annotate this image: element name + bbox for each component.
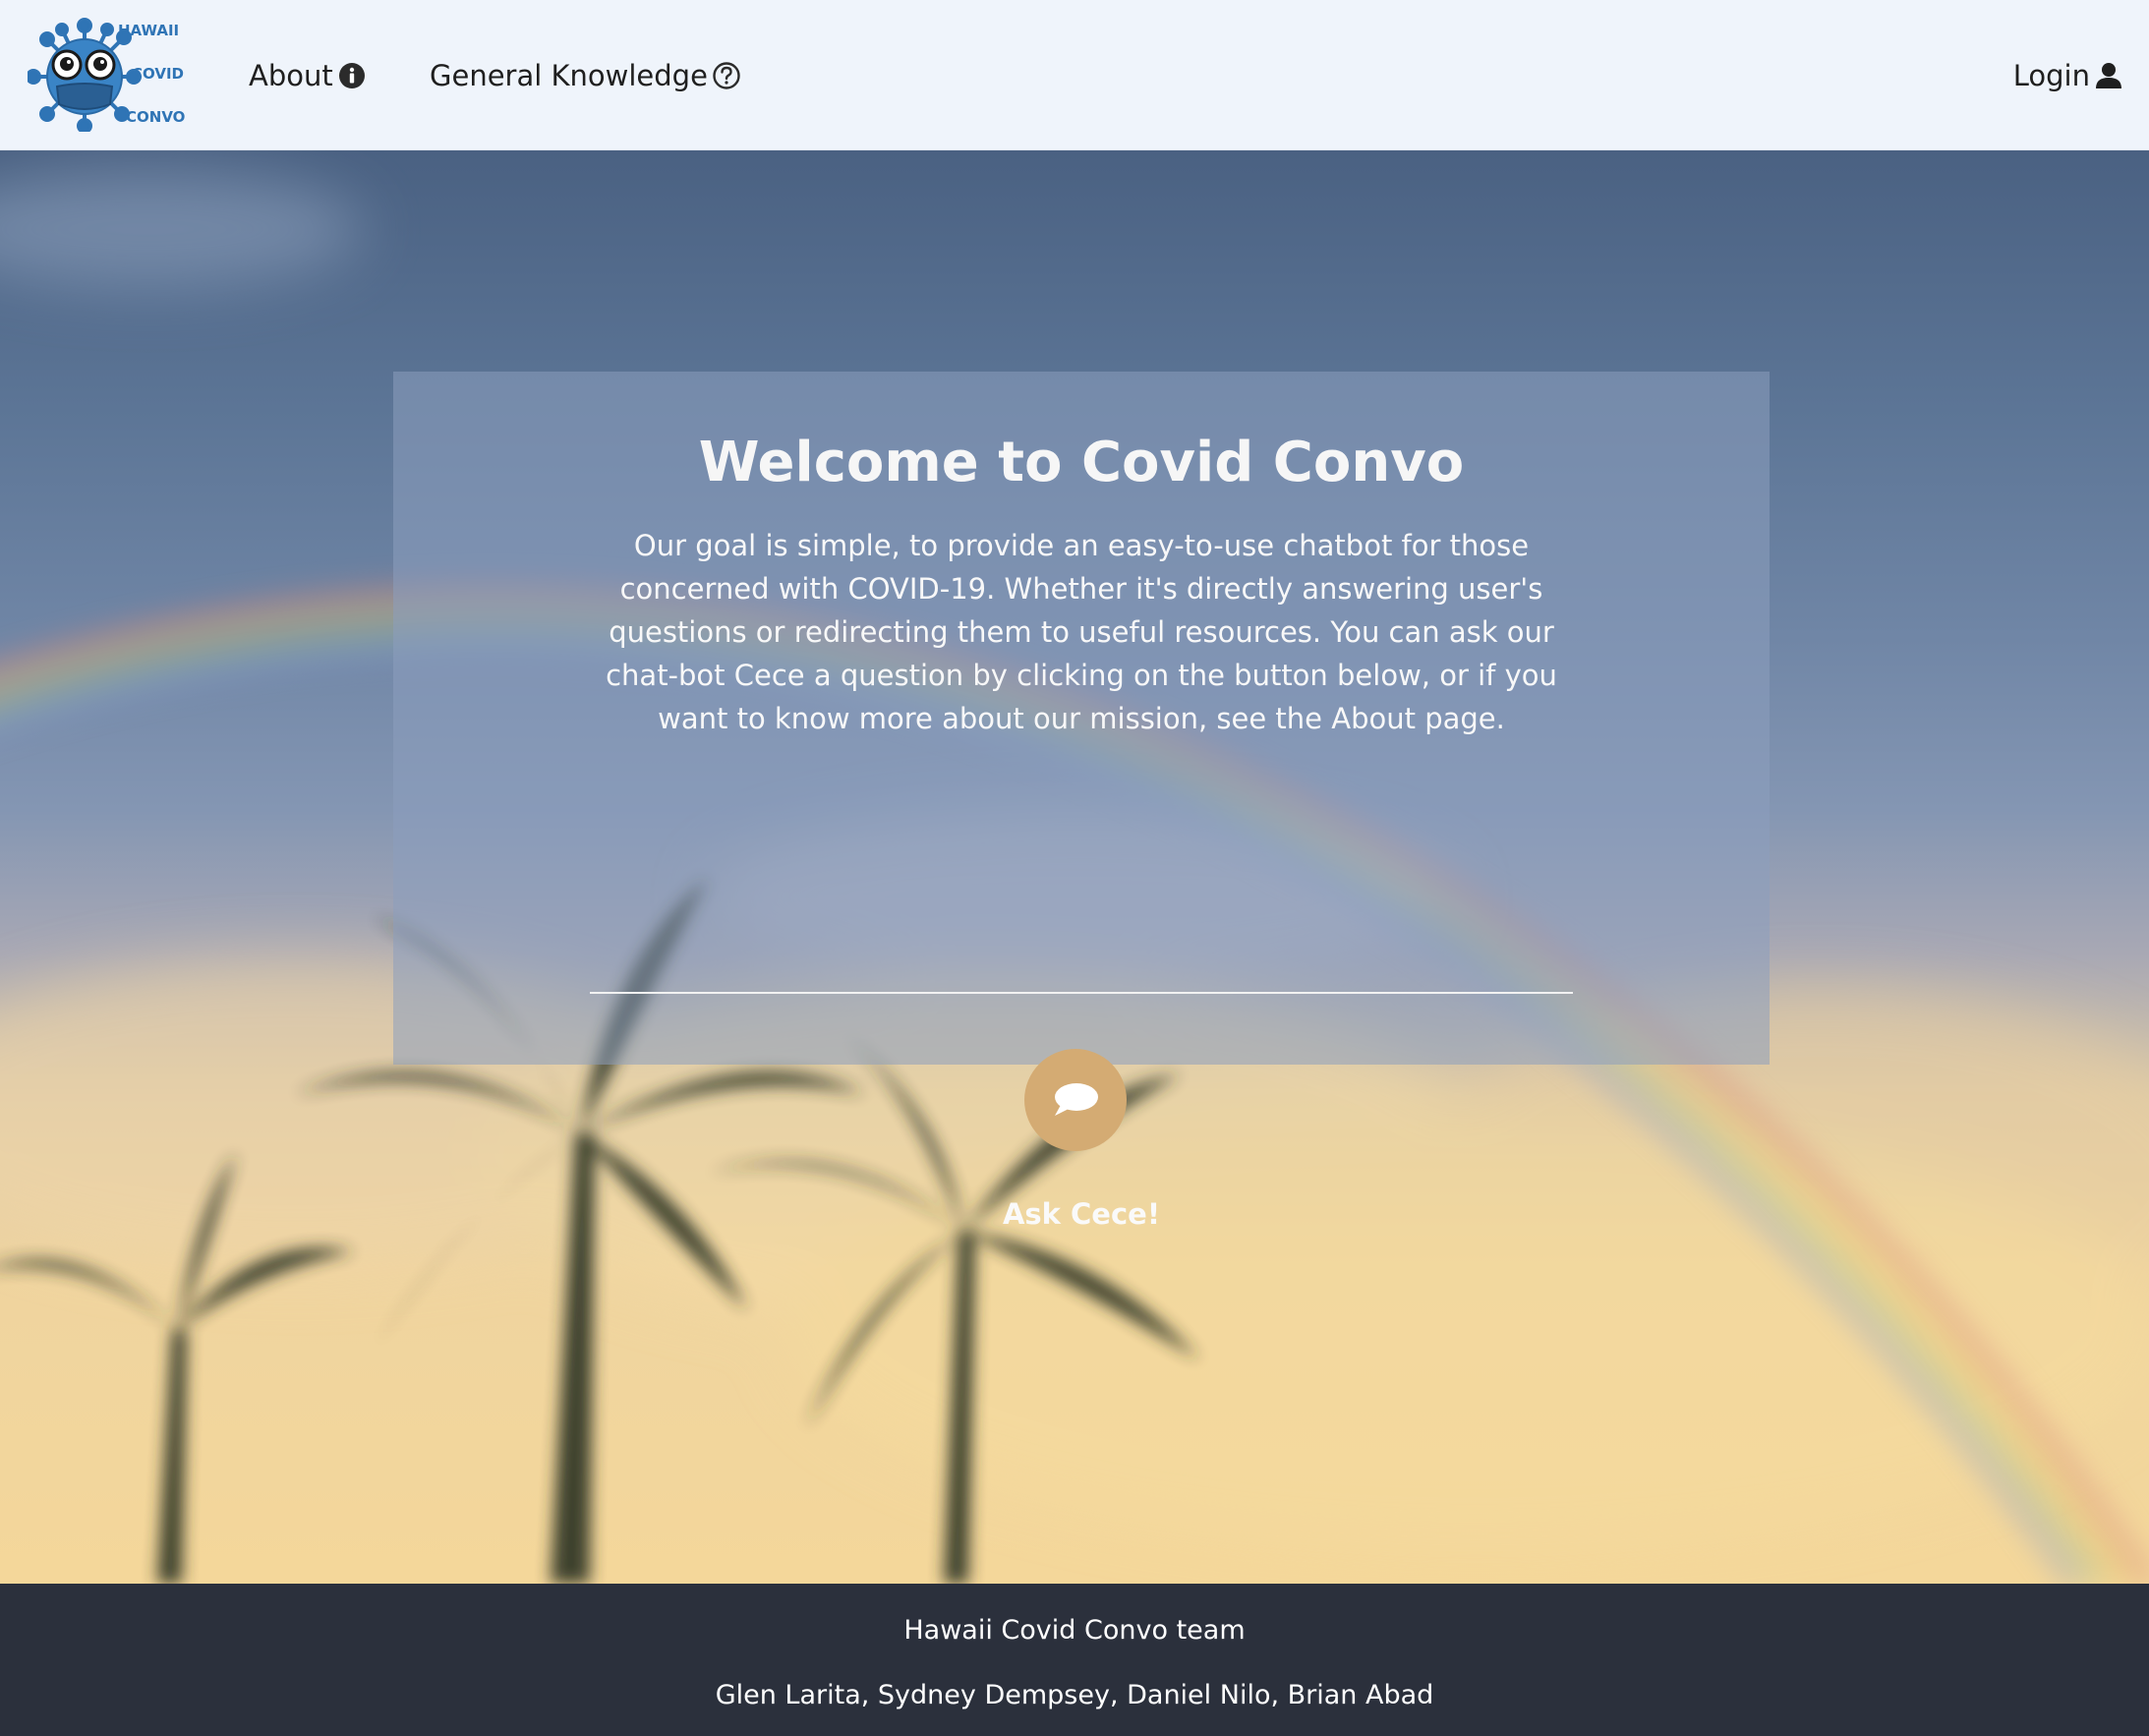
welcome-description: Our goal is simple, to provide an easy-t… xyxy=(606,529,1557,735)
user-icon xyxy=(2094,61,2123,90)
nav-general-knowledge-label: General Knowledge xyxy=(430,59,708,92)
question-circle-icon xyxy=(712,61,741,90)
divider xyxy=(590,992,1573,994)
svg-text:CONVO: CONVO xyxy=(126,108,185,126)
login-link[interactable]: Login xyxy=(2013,51,2123,100)
hero-section: Welcome to Covid Convo Our goal is simpl… xyxy=(0,150,2149,1584)
nav-about-link[interactable]: About xyxy=(249,51,367,100)
hawaii-covid-convo-logo[interactable]: HAWAII COVID CONVO xyxy=(26,14,187,134)
nav-about-label: About xyxy=(249,59,333,92)
svg-text:HAWAII: HAWAII xyxy=(118,22,179,39)
footer: Hawaii Covid Convo team Glen Larita, Syd… xyxy=(0,1584,2149,1736)
login-label: Login xyxy=(2012,59,2090,92)
nav-general-knowledge-link[interactable]: General Knowledge xyxy=(430,51,741,100)
welcome-card: Welcome to Covid Convo Our goal is simpl… xyxy=(393,372,1770,1231)
info-circle-icon xyxy=(337,61,367,90)
svg-text:COVID: COVID xyxy=(132,65,184,83)
virus-mascot-icon: HAWAII COVID CONVO xyxy=(26,18,185,134)
footer-team-members: Glen Larita, Sydney Dempsey, Daniel Nilo… xyxy=(715,1680,1434,1710)
navbar: HAWAII COVID CONVO About General Knowled… xyxy=(0,0,2149,150)
chat-bubble-icon xyxy=(1055,1083,1098,1116)
footer-team-name: Hawaii Covid Convo team xyxy=(903,1615,1246,1646)
ask-cece-label[interactable]: Ask Cece! xyxy=(393,1197,1770,1231)
welcome-title: Welcome to Covid Convo xyxy=(698,431,1465,494)
ask-cece-chat-button[interactable] xyxy=(1024,1049,1127,1151)
